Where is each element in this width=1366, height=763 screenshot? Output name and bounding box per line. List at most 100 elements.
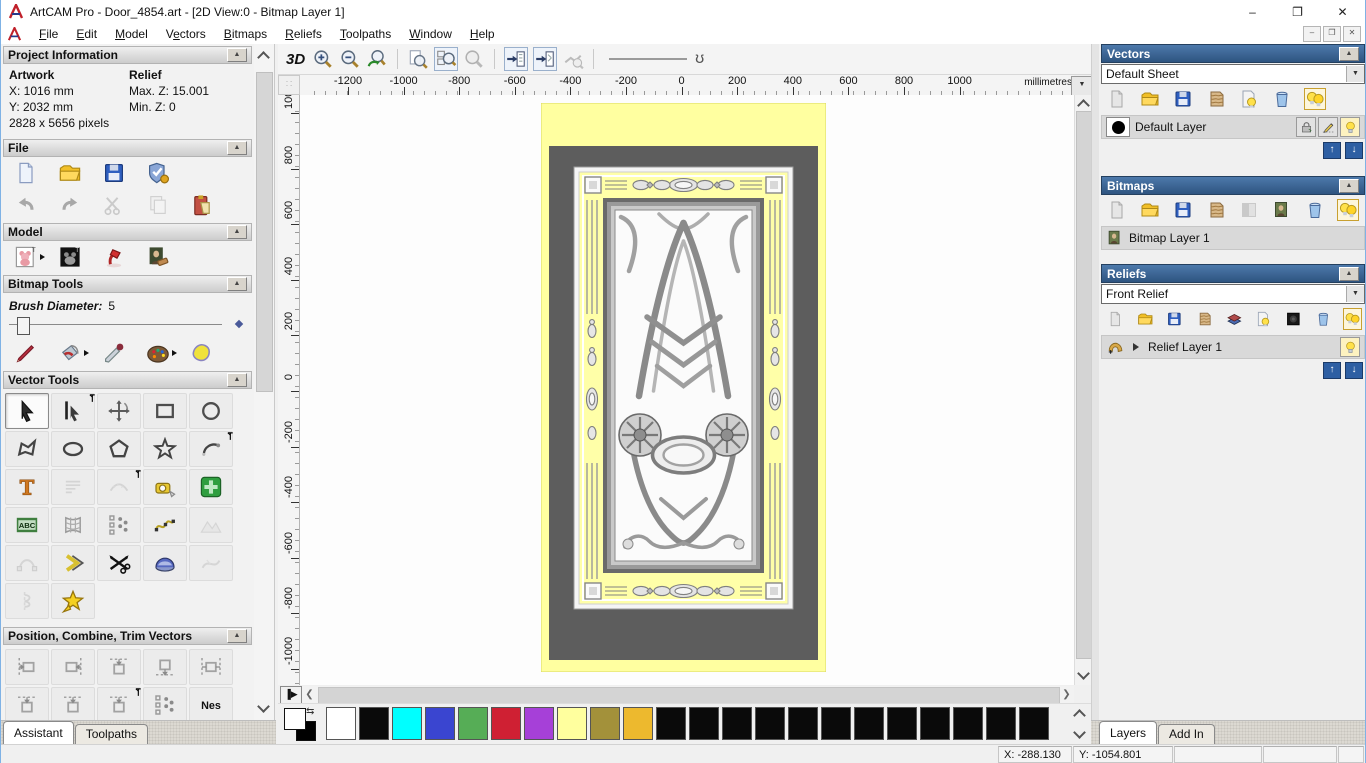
paste-text-block-tool[interactable]: ABC <box>5 507 49 543</box>
menu-reliefs[interactable]: Reliefs <box>276 25 331 43</box>
merge-bitmap-layers-icon[interactable] <box>1206 200 1226 220</box>
align-centre-icon[interactable] <box>189 649 233 685</box>
cut-icon[interactable] <box>101 193 127 217</box>
toggle-layer-visibility-icon[interactable] <box>1239 89 1259 109</box>
collapse-vector-tools-button[interactable]: ▲ <box>227 373 247 387</box>
toggle-all-bitmaps-icon[interactable] <box>1337 199 1359 221</box>
scroll-right-icon[interactable]: ❯ <box>1060 688 1073 701</box>
save-vector-layer-icon[interactable] <box>1173 89 1193 109</box>
fit-curve-tool[interactable] <box>143 507 187 543</box>
offset-vectors-tool[interactable] <box>51 545 95 581</box>
model-wizard-icon[interactable] <box>145 161 171 185</box>
toggle-all-reliefs-icon[interactable] <box>1343 308 1363 330</box>
colour-swatch-18[interactable] <box>920 707 950 740</box>
flood-fill-icon[interactable] <box>57 341 89 365</box>
colour-swatch-13[interactable] <box>755 707 785 740</box>
wrap-text-tool[interactable] <box>51 469 95 505</box>
paste-icon[interactable] <box>189 193 215 217</box>
nesting-icon[interactable]: Nes <box>189 687 233 720</box>
transfer-relief-icon[interactable] <box>1226 309 1243 329</box>
colour-swatch-8[interactable] <box>590 707 620 740</box>
scroll-up-icon[interactable] <box>256 50 270 64</box>
open-model-icon[interactable] <box>57 161 83 185</box>
minimize-button[interactable]: – <box>1230 0 1275 24</box>
palette-scroll-down-icon[interactable] <box>1072 726 1086 739</box>
scrollbar-thumb[interactable] <box>256 72 273 392</box>
open-relief-layer-icon[interactable] <box>1137 309 1154 329</box>
move-layer-down-button[interactable]: ↓ <box>1345 142 1363 159</box>
layer-visibility-button[interactable] <box>1340 337 1360 357</box>
select-vectors-tool[interactable] <box>5 393 49 429</box>
snap-grid-tool[interactable] <box>189 469 233 505</box>
tab-toolpaths[interactable]: Toolpaths <box>74 724 149 744</box>
undo-icon[interactable] <box>13 193 39 217</box>
menu-help[interactable]: Help <box>461 25 504 43</box>
brush-diameter-slider[interactable] <box>9 315 244 335</box>
close-button[interactable]: ✕ <box>1320 0 1365 24</box>
move-layer-down-button[interactable]: ↓ <box>1345 362 1363 379</box>
palette-icon[interactable] <box>145 341 177 365</box>
ruler-unit-dropdown[interactable]: ▼ <box>1071 76 1093 96</box>
tab-assistant[interactable]: Assistant <box>3 721 74 744</box>
colour-swatch-0[interactable] <box>326 707 356 740</box>
save-bitmap-layer-icon[interactable] <box>1173 200 1193 220</box>
vector-layer-row[interactable]: Default Layer <box>1101 115 1365 139</box>
colour-reduce-icon[interactable] <box>189 341 215 365</box>
mdi-close-button[interactable]: ✕ <box>1343 26 1361 42</box>
align-top3-icon[interactable] <box>51 687 95 720</box>
tab-layers[interactable]: Layers <box>1099 721 1158 744</box>
merge-vector-layers-icon[interactable] <box>1206 89 1226 109</box>
new-bitmap-layer-icon[interactable] <box>1107 200 1127 220</box>
layer-colour-swatch[interactable] <box>1106 117 1130 137</box>
colour-swatch-11[interactable] <box>689 707 719 740</box>
envelope-distort-tool[interactable] <box>51 507 95 543</box>
adjust-model-icon[interactable]: T <box>13 245 45 269</box>
expand-layer-icon[interactable] <box>1133 343 1143 351</box>
copy-icon[interactable] <box>145 193 171 217</box>
text-on-curve-tool[interactable] <box>97 469 141 505</box>
chevron-down-icon[interactable]: ▼ <box>1346 286 1364 302</box>
colour-swatch-9[interactable] <box>623 707 653 740</box>
join-curve-tool[interactable] <box>189 545 233 581</box>
new-model-icon[interactable] <box>13 161 39 185</box>
restore-button[interactable]: ❐ <box>1275 0 1320 24</box>
colour-swatch-17[interactable] <box>887 707 917 740</box>
view-3d-button[interactable]: 3D <box>286 51 305 68</box>
toggle-vector-icon[interactable] <box>533 47 558 71</box>
colour-swatch-21[interactable] <box>1019 707 1049 740</box>
circle-tool[interactable] <box>189 393 233 429</box>
swap-colours-icon[interactable]: ⇆ <box>306 706 314 717</box>
scroll-left-icon[interactable]: ❮ <box>303 688 316 701</box>
colour-swatch-1[interactable] <box>359 707 389 740</box>
contrast-slider[interactable]: ʊ <box>609 48 704 70</box>
collapse-position-button[interactable]: ▲ <box>227 629 247 643</box>
save-model-icon[interactable] <box>101 161 127 185</box>
chevron-down-icon[interactable]: ▼ <box>1346 66 1364 82</box>
open-bitmap-layer-icon[interactable] <box>1140 200 1160 220</box>
colour-swatch-14[interactable] <box>788 707 818 740</box>
colour-swatch-16[interactable] <box>854 707 884 740</box>
lighting-icon[interactable] <box>101 245 127 269</box>
fit-spline-tool[interactable] <box>189 507 233 543</box>
scroll-down-icon[interactable] <box>1076 667 1090 680</box>
collapse-bitmaps-button[interactable]: ▲ <box>1339 178 1359 193</box>
scroll-up-icon[interactable] <box>1076 98 1090 112</box>
colour-swatch-20[interactable] <box>986 707 1016 740</box>
measure-tool[interactable] <box>143 469 187 505</box>
polygon-tool[interactable] <box>97 431 141 467</box>
toggle-all-visibility-icon[interactable] <box>1304 88 1326 110</box>
colour-swatch-15[interactable] <box>821 707 851 740</box>
foreground-colour[interactable] <box>284 708 306 730</box>
colour-swatch-7[interactable] <box>557 707 587 740</box>
trim-vectors-tool[interactable] <box>97 545 141 581</box>
relief-select[interactable]: Front Relief ▼ <box>1101 284 1365 304</box>
scrollbar-thumb[interactable] <box>1076 111 1092 659</box>
menu-vectors[interactable]: Vectors <box>157 25 215 43</box>
align-bottom-icon[interactable] <box>143 649 187 685</box>
menu-bitmaps[interactable]: Bitmaps <box>215 25 276 43</box>
mdi-minimize-button[interactable]: – <box>1303 26 1321 42</box>
arc-tool[interactable] <box>189 431 233 467</box>
zoom-objects-icon[interactable] <box>434 47 459 71</box>
menu-file[interactable]: File <box>30 25 67 43</box>
flyout-arrow-icon[interactable] <box>40 254 48 260</box>
